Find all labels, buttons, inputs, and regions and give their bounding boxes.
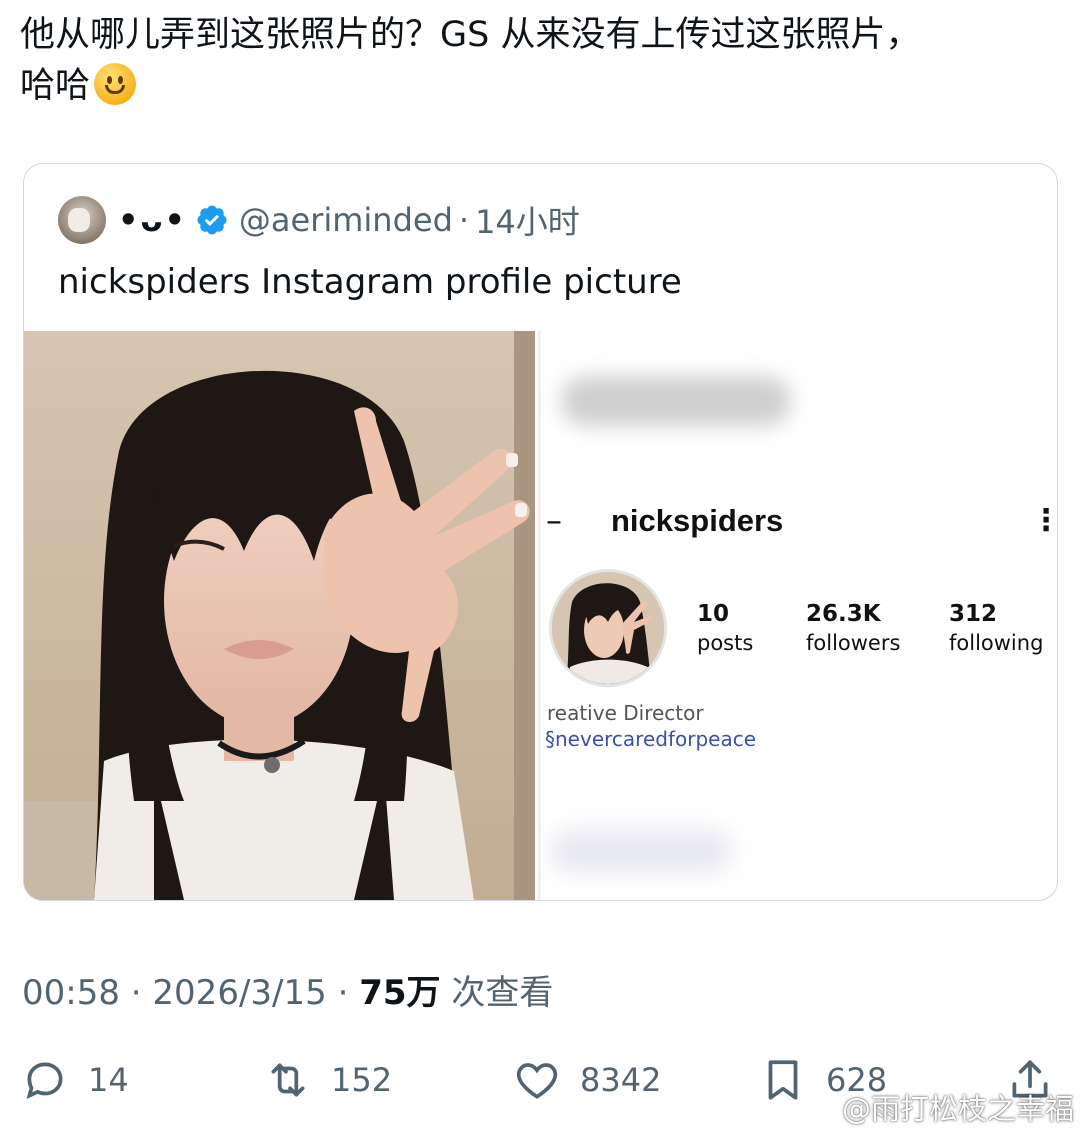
- quoted-tweet-text: nickspiders Instagram profile picture: [58, 262, 682, 302]
- reply-count: 14: [88, 1061, 129, 1099]
- handle[interactable]: @aeriminded: [239, 201, 453, 239]
- heart-icon: [516, 1063, 558, 1099]
- blurred-footer: [551, 831, 731, 871]
- meta-dot-1: ·: [130, 973, 142, 1013]
- watermark: @雨打松枝之幸福: [806, 1086, 1074, 1128]
- like-button[interactable]: 8342: [512, 1052, 661, 1108]
- ig-stat-following[interactable]: 312 following: [949, 601, 1043, 655]
- separator-dot: ·: [458, 201, 470, 239]
- slightly-smiling-face-icon: [94, 63, 137, 105]
- tweet-meta: 00:58 · 2026/3/15 · 75万 次查看: [22, 965, 553, 1014]
- quoted-tweet-card[interactable]: •ᴗ• @aeriminded · 14小时 nickspiders Insta…: [23, 163, 1058, 901]
- view-count: 75万: [359, 973, 441, 1013]
- back-arrow-icon[interactable]: –: [546, 501, 562, 539]
- tweet-text-line-2: 哈哈: [20, 61, 1060, 112]
- ig-stat-following-value: 312: [949, 601, 998, 627]
- ig-avatar-illustration: [552, 572, 664, 684]
- ig-profile-avatar[interactable]: [549, 569, 667, 687]
- ig-bio-title: reative Director: [547, 701, 704, 725]
- display-name[interactable]: •ᴗ•: [118, 201, 187, 239]
- ig-bio-link[interactable]: §nevercaredforpeace: [545, 727, 756, 751]
- media-instagram-profile-screenshot[interactable]: – nickspiders ⋮ 10 posts 26.3K followers…: [538, 331, 1057, 900]
- quoted-tweet-header: •ᴗ• @aeriminded · 14小时: [58, 196, 580, 244]
- avatar[interactable]: [58, 196, 106, 244]
- blurred-header: [561, 376, 791, 426]
- retweet-icon: [271, 1063, 305, 1097]
- verified-badge-icon: [197, 205, 227, 235]
- more-options-icon[interactable]: ⋮: [1031, 503, 1057, 538]
- retweet-button[interactable]: 152: [263, 1052, 392, 1108]
- post-time[interactable]: 00:58: [22, 973, 120, 1013]
- ig-stat-posts[interactable]: 10 posts: [697, 601, 753, 655]
- meta-dot-2: ·: [337, 973, 349, 1013]
- reply-button[interactable]: 14: [20, 1052, 129, 1108]
- ig-stat-followers-value: 26.3K: [806, 601, 881, 627]
- retweet-count: 152: [331, 1061, 393, 1099]
- bookmark-icon: [768, 1060, 798, 1100]
- weibo-logo-icon: [807, 1097, 836, 1119]
- ig-stat-posts-label: posts: [697, 631, 754, 655]
- reply-icon: [26, 1062, 63, 1100]
- media-photo-selfie[interactable]: [24, 331, 535, 900]
- ig-stat-posts-value: 10: [697, 601, 730, 627]
- timestamp[interactable]: 14小时: [475, 197, 580, 243]
- like-count: 8342: [580, 1061, 662, 1099]
- ig-username: nickspiders: [611, 503, 784, 538]
- tweet-text-line-1: 他从哪儿弄到这张照片的？GS 从来没有上传过这张照片，: [20, 15, 921, 55]
- tweet-text: 他从哪儿弄到这张照片的？GS 从来没有上传过这张照片， 哈哈: [20, 10, 1060, 112]
- selfie-illustration: [24, 331, 535, 900]
- watermark-text: @雨打松枝之幸福: [842, 1092, 1075, 1126]
- tweet-text-line-2-words: 哈哈: [20, 66, 91, 106]
- ig-stat-following-label: following: [949, 631, 1044, 655]
- post-date[interactable]: 2026/3/15: [152, 973, 326, 1013]
- ig-stat-followers-label: followers: [806, 631, 901, 655]
- ig-stat-followers[interactable]: 26.3K followers: [806, 601, 900, 655]
- view-count-label: 次查看: [451, 973, 554, 1013]
